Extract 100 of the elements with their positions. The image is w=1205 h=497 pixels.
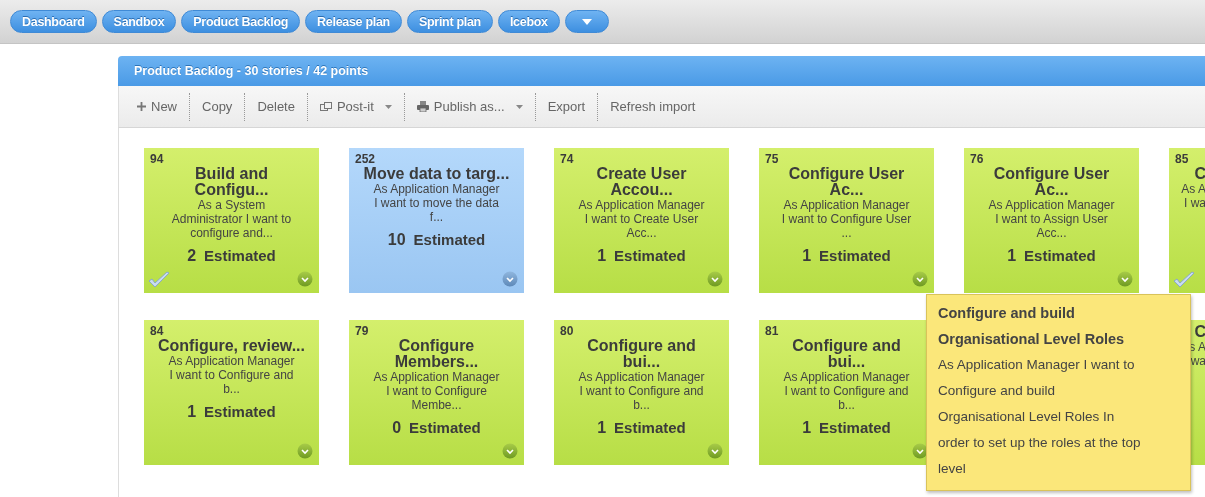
story-description: I want to Configure and	[169, 369, 294, 382]
story-description: As Application Manager	[373, 371, 500, 384]
story-description: I want to Configure and	[784, 385, 909, 398]
story-title: Build and	[195, 166, 268, 182]
story-status: Estimated	[819, 419, 891, 437]
story-description: Acc...	[1036, 227, 1067, 240]
nav-tab[interactable]: Sandbox	[101, 10, 177, 33]
card-menu-icon[interactable]	[297, 271, 313, 287]
story-title: C	[1194, 166, 1205, 182]
story-description: f...	[429, 211, 444, 224]
story-status: Estimated	[204, 247, 276, 265]
nav-tab[interactable]: Icebox	[497, 10, 560, 33]
nav-tab[interactable]: Product Backlog	[181, 10, 301, 33]
story-number: 74	[560, 152, 574, 166]
story-description: ...	[841, 227, 852, 240]
story-card[interactable]: 94 Build and Configu... As a System Administrator I want to configure and... 2 Estimated	[144, 148, 319, 293]
story-number: 94	[150, 152, 164, 166]
story-title: Members...	[394, 354, 479, 370]
story-points: 1	[802, 247, 812, 265]
story-points: 1	[597, 247, 607, 265]
story-card[interactable]: 80 Configure and bui... As Application Manager I want to Configure and b... 1 Estimated	[554, 320, 729, 465]
story-card[interactable]: 252 Move data to targ... As Application Manager I want to move the data f... 10 Estimated	[349, 148, 524, 293]
story-description: As a System	[197, 199, 266, 212]
printer-icon	[416, 101, 429, 112]
story-points: 2	[187, 247, 197, 265]
story-description: b...	[838, 399, 855, 412]
toolbar-button[interactable]: Refresh import	[598, 94, 708, 119]
card-menu-icon[interactable]	[1117, 271, 1133, 287]
story-title: Configure and	[587, 338, 696, 354]
panel-header: Product Backlog - 30 stories / 42 points	[118, 56, 1205, 86]
story-description: As Application Manager	[988, 199, 1115, 212]
nav-tab[interactable]: Dashboard	[10, 10, 97, 33]
story-title: bui...	[622, 354, 661, 370]
toolbar-button[interactable]: Copy	[190, 94, 245, 119]
story-description: I want to Configure and	[579, 385, 704, 398]
toolbar-button[interactable]: New	[125, 94, 189, 119]
card-menu-icon[interactable]	[502, 271, 518, 287]
story-title: Accou...	[610, 182, 673, 198]
story-card[interactable]: 84 Configure, review... As Application Manager I want to Configure and b... 1 Estimated	[144, 320, 319, 465]
story-description: As Application Manager	[783, 371, 910, 384]
story-points: 1	[597, 419, 607, 437]
story-number: 79	[355, 324, 369, 338]
tooltip-text: As Application Manager I want to Configure and build Organisational Level Roles In order to set up the roles at the top level	[938, 356, 1142, 478]
story-points: 10	[387, 231, 406, 249]
card-menu-icon[interactable]	[297, 443, 313, 459]
story-description: I want to Create User	[584, 213, 699, 226]
caret-icon	[581, 18, 592, 25]
story-description: Acc...	[626, 227, 657, 240]
story-title: C	[1194, 324, 1205, 340]
story-card[interactable]: 76 Configure User Ac... As Application Manager I want to Assign User Acc... 1 Estimated	[964, 148, 1139, 293]
caret-icon	[515, 104, 523, 109]
card-menu-icon[interactable]	[707, 443, 723, 459]
story-status: Estimated	[614, 247, 686, 265]
card-menu-icon[interactable]	[707, 271, 723, 287]
story-description: I want to move the data	[374, 197, 499, 210]
story-description: b...	[223, 383, 240, 396]
toolbar-button[interactable]: Export	[535, 94, 598, 119]
caret-icon	[384, 104, 392, 109]
nav-tab[interactable]: Release plan	[305, 10, 402, 33]
story-description: As Application Manager	[783, 199, 910, 212]
story-description: b...	[633, 399, 650, 412]
toolbar-button[interactable]: Publish as...	[404, 94, 535, 119]
story-description: As Application Manager	[578, 371, 705, 384]
story-title: Configure, review...	[158, 338, 305, 354]
story-number: 80	[560, 324, 574, 338]
story-title: Move data to targ...	[363, 166, 510, 182]
card-menu-icon[interactable]	[912, 271, 928, 287]
story-points: 1	[187, 403, 197, 421]
story-title: Configure	[398, 338, 475, 354]
toolbar-button[interactable]: Post-it	[307, 94, 404, 119]
story-points: 1	[802, 419, 812, 437]
story-card[interactable]: 75 Configure User Ac... As Application Manager I want to Configure User ... 1 Estimated	[759, 148, 934, 293]
story-status: Estimated	[413, 231, 486, 249]
story-title: Ac...	[829, 182, 864, 198]
story-description: I want to Configure	[386, 385, 487, 398]
story-title: Configure User	[993, 166, 1110, 182]
cards-icon	[319, 102, 332, 111]
more-tabs-button[interactable]	[564, 10, 609, 33]
story-description: Membe...	[411, 399, 462, 412]
story-number: 252	[355, 152, 376, 166]
story-status: Estimated	[204, 403, 276, 421]
story-status: Estimated	[409, 419, 481, 437]
story-description: Administrator I want to	[171, 213, 292, 226]
story-status: Estimated	[614, 419, 686, 437]
story-status: Estimated	[1024, 247, 1096, 265]
story-description: As Application Manager	[578, 199, 705, 212]
story-title: Ac...	[1034, 182, 1069, 198]
nav-tab[interactable]: Sprint plan	[406, 10, 493, 33]
story-card[interactable]: 74 Create User Accou... As Application Manager I want to Create User Acc... 1 Estimated	[554, 148, 729, 293]
story-title: Configure and	[792, 338, 901, 354]
story-title: Create User	[596, 166, 687, 182]
story-card[interactable]: 79 Configure Members... As Application Manager I want to Configure Membe... 0 Estimated	[349, 320, 524, 465]
card-menu-icon[interactable]	[912, 443, 928, 459]
story-description: I want to Assign User	[995, 213, 1108, 226]
story-number: 84	[150, 324, 164, 338]
card-menu-icon[interactable]	[502, 443, 518, 459]
story-description: As Application Manager	[373, 183, 500, 196]
story-points: 0	[392, 419, 402, 437]
story-number: 81	[765, 324, 779, 338]
toolbar-button[interactable]: Delete	[245, 94, 307, 119]
